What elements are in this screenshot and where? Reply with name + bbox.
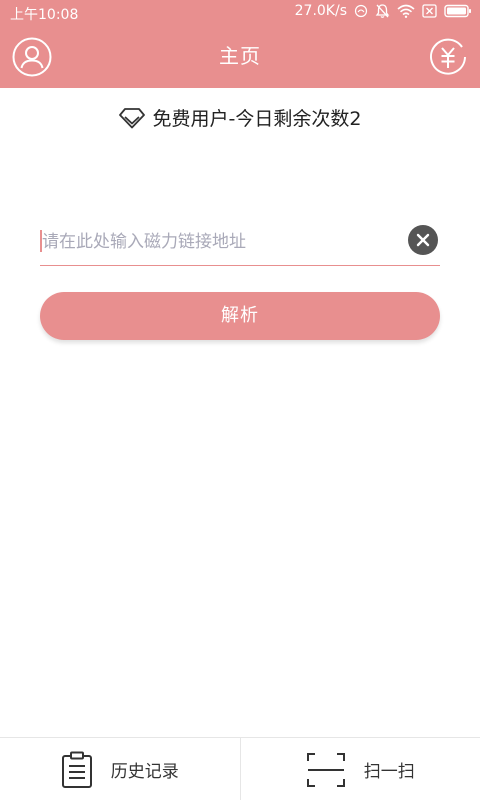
bottom-nav: 历史记录 扫一扫 [0, 737, 480, 800]
app-header: 主页 [0, 26, 480, 88]
diamond-icon [118, 107, 145, 128]
status-bar: 上午10:08 27.0K/s [0, 0, 480, 26]
status-time: 上午10:08 [10, 7, 79, 23]
magnet-input-wrapper [40, 217, 440, 266]
magnet-link-input[interactable] [40, 223, 404, 261]
battery-icon [444, 4, 471, 18]
parse-button[interactable]: 解析 [40, 292, 440, 340]
nav-history[interactable]: 历史记录 [0, 738, 240, 800]
mute-bell-icon [375, 4, 390, 18]
clipboard-history-icon [61, 751, 92, 788]
status-indicators: 27.0K/s [295, 3, 472, 19]
nav-scan-label: 扫一扫 [363, 762, 415, 782]
nav-history-label: 历史记录 [110, 762, 179, 782]
wifi-icon [397, 4, 415, 18]
clear-input-button[interactable] [408, 225, 438, 255]
text-cursor [40, 230, 42, 252]
user-quota-text: 免费用户-今日剩余次数2 [152, 108, 362, 130]
clear-x-icon [416, 233, 430, 247]
dnd-icon [354, 4, 368, 18]
recharge-button[interactable] [428, 37, 468, 77]
page-title: 主页 [219, 44, 261, 68]
scan-frame-icon [306, 752, 345, 787]
nav-scan[interactable]: 扫一扫 [239, 738, 480, 800]
network-speed: 27.0K/s [294, 3, 347, 19]
sim-off-icon [422, 4, 437, 18]
user-quota-status: 免费用户-今日剩余次数2 [0, 104, 480, 131]
app-screen: 上午10:08 27.0K/s 主页 免费用户-今日剩余次数2 请在此处输入磁力… [0, 0, 480, 800]
yuan-coin-icon [430, 38, 466, 75]
